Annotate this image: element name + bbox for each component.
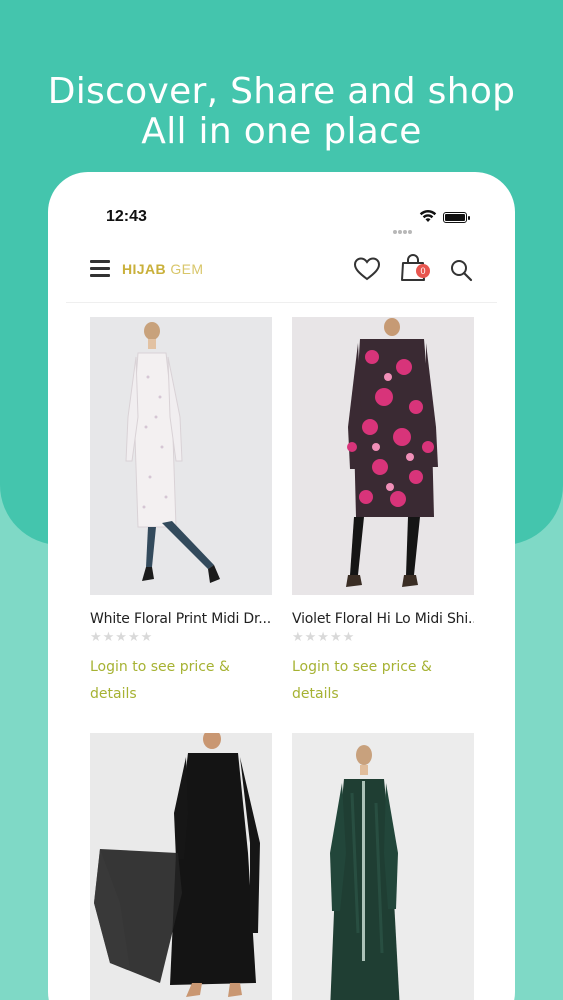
login-text-details: details [90,686,137,702]
logo-primary: HIJAB [122,261,167,277]
search-icon[interactable] [449,258,473,282]
logo-secondary: GEM [170,261,204,277]
model-green-velvet-abaya [292,733,474,1000]
headline-line-1: Discover, Share and shop [47,71,516,112]
model-white-floral-dress [90,317,272,595]
product-card[interactable]: White Floral Print Midi Dr... ★★★★★ Logi… [90,317,272,708]
heart-icon[interactable] [353,256,381,282]
product-title[interactable]: Violet Floral Hi Lo Midi Shi... [292,611,474,627]
wifi-icon [419,210,437,222]
product-title[interactable]: White Floral Print Midi Dr... [90,611,272,627]
login-text: Login to see price & [90,659,230,675]
status-time: 12:43 [106,208,147,225]
menu-icon[interactable] [90,260,110,278]
app-bar-divider [66,302,497,303]
product-card[interactable]: Violet Floral Hi Lo Midi Shi... ★★★★★ Lo… [292,317,474,708]
signal-icon [393,219,413,238]
app-bar: HIJAB GEM 0 [48,250,515,302]
login-to-see-price-link[interactable]: Login to see price & details [90,654,250,708]
headline-line-2: All in one place [141,111,422,152]
cart-button[interactable]: 0 [400,254,430,282]
rating-stars: ★★★★★ [292,630,356,645]
model-black-abaya [90,733,272,1000]
phone-frame: 12:43 HIJAB GEM 0 White Floral Print Mid… [48,172,515,1000]
product-image[interactable] [90,733,272,1000]
model-violet-floral-shirt [292,317,474,595]
rating-stars: ★★★★★ [90,630,154,645]
product-image[interactable] [90,317,272,595]
brand-logo[interactable]: HIJAB GEM [122,261,203,277]
product-card[interactable] [292,733,474,1000]
product-image[interactable] [292,317,474,595]
promo-headline: Discover, Share and shop All in one plac… [0,72,563,152]
cart-count-badge: 0 [416,264,430,278]
product-image[interactable] [292,733,474,1000]
product-card[interactable] [90,733,272,1000]
login-text: Login to see price & [292,659,432,675]
status-indicators [393,210,473,234]
login-to-see-price-link[interactable]: Login to see price & details [292,654,452,708]
battery-icon [443,212,470,223]
login-text-details: details [292,686,339,702]
